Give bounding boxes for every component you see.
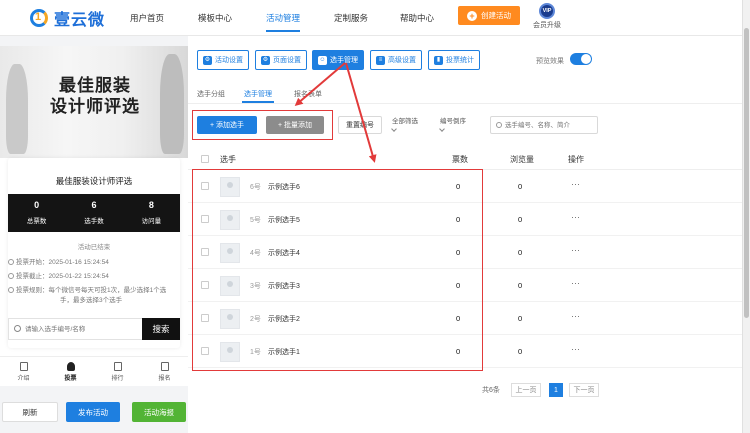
- search-icon: [496, 122, 502, 128]
- nav-item-templates[interactable]: 模板中心: [198, 12, 232, 24]
- banner-title: 最佳服装 设计师评选: [50, 76, 140, 117]
- activity-card: 最佳服装设计师评选 0 总票数 6 选手数 8 访问量 活动已结束 投票开始：2…: [8, 158, 180, 348]
- preview-search: 搜索: [8, 318, 180, 340]
- vote-statistics-button[interactable]: ▮ 投票统计: [428, 50, 480, 70]
- preview-search-input[interactable]: [25, 322, 135, 336]
- advanced-settings-button[interactable]: ≡ 高级设置: [370, 50, 422, 70]
- divider: [188, 103, 742, 104]
- chevron-down-icon: [439, 126, 445, 132]
- vote-rules-cont: 手，最多选择3个选手: [60, 297, 123, 304]
- vip-upgrade[interactable]: VIP 会员升级: [532, 3, 562, 30]
- vip-icon: VIP: [539, 3, 555, 19]
- chevron-down-icon: [391, 126, 397, 132]
- page-icon: ⚙: [261, 55, 270, 65]
- gear-icon: ⚙: [203, 55, 212, 65]
- nav-item-custom-service[interactable]: 定制服务: [334, 12, 368, 24]
- tab-intro[interactable]: 介绍: [0, 357, 47, 386]
- activity-settings-button[interactable]: ⚙ 活动设置: [197, 50, 249, 70]
- preview-tabbar: 介绍 投票 排行 报名: [0, 356, 188, 386]
- preview-effect-label: 预览效果: [536, 58, 564, 65]
- filter-dropdown[interactable]: 全部筛选: [391, 118, 418, 132]
- clock-icon: [8, 259, 14, 265]
- page-scrollbar[interactable]: [742, 0, 750, 433]
- voting-status: 活动已结束: [77, 244, 111, 251]
- annotation-box-buttons: [192, 110, 333, 140]
- col-ops: 操作: [568, 155, 584, 164]
- vote-end-time: 投票截止：2025-01-22 15:24:54: [8, 272, 109, 282]
- col-player: 选手: [220, 155, 236, 164]
- more-icon[interactable]: ···: [571, 212, 580, 222]
- toggle-knob: [581, 54, 591, 64]
- player-search-input[interactable]: [505, 119, 595, 131]
- search-icon: [14, 325, 21, 332]
- clock-icon: [8, 287, 14, 293]
- nav-item-activity-management[interactable]: 活动管理: [266, 12, 300, 24]
- next-page-button[interactable]: 下一页: [569, 383, 599, 397]
- mannequin-left: [6, 64, 28, 154]
- chart-icon: ▮: [434, 55, 443, 65]
- table-header: 选手 票数 浏览量 操作: [188, 148, 742, 170]
- user-icon: [66, 362, 75, 371]
- page-1-button[interactable]: 1: [549, 383, 563, 397]
- tab-vote[interactable]: 投票: [47, 357, 94, 386]
- scrollbar-thumb[interactable]: [744, 28, 749, 318]
- prev-page-button[interactable]: 上一页: [511, 383, 541, 397]
- vote-start-time: 投票开始：2025-01-16 15:24:54: [8, 258, 109, 268]
- refresh-button[interactable]: 刷新: [2, 402, 58, 422]
- publish-activity-button[interactable]: 发布活动: [66, 402, 120, 422]
- stat-visits: 8 访问量: [141, 200, 162, 225]
- more-icon[interactable]: ···: [571, 278, 580, 288]
- more-icon[interactable]: ···: [571, 344, 580, 354]
- signup-icon: [160, 362, 169, 371]
- stat-total-votes: 0 总票数: [26, 200, 47, 225]
- mobile-preview: 最佳服装 设计师评选 最佳服装设计师评选 0 总票数 6 选手数 8 访问量 活…: [0, 46, 188, 386]
- page-settings-button[interactable]: ⚙ 页面设置: [255, 50, 307, 70]
- brand-name: 壹云微: [54, 12, 106, 29]
- more-icon[interactable]: ···: [571, 179, 580, 189]
- stat-players: 6 选手数: [84, 200, 104, 225]
- activity-poster-button[interactable]: 活动海报: [132, 402, 186, 422]
- mannequin-right: [160, 54, 184, 154]
- ranking-icon: [113, 362, 122, 371]
- activity-banner: 最佳服装 设计师评选: [0, 46, 188, 158]
- nav-item-home[interactable]: 用户首页: [130, 12, 164, 24]
- stats-bar: 0 总票数 6 选手数 8 访问量: [8, 194, 180, 232]
- vote-rules: 投票规则：每个微信号每天可投1次，最少选择1个选: [8, 286, 166, 296]
- nav-item-help[interactable]: 帮助中心: [400, 12, 434, 24]
- management-panel: ⚙ 活动设置 ⚙ 页面设置 ☺ 选手管理 ≡ 高级设置 ▮ 投票统计 预览效果 选手分组 …: [188, 36, 742, 433]
- subtab-player-groups[interactable]: 选手分组: [197, 89, 225, 99]
- more-icon[interactable]: ···: [571, 311, 580, 321]
- more-icon[interactable]: ···: [571, 245, 580, 255]
- logo-icon: 1: [28, 7, 50, 29]
- col-views: 浏览量: [510, 155, 534, 164]
- activity-title: 最佳服装设计师评选: [55, 176, 133, 186]
- subtab-player-management[interactable]: 选手管理: [244, 89, 272, 99]
- select-all-checkbox[interactable]: [201, 155, 209, 163]
- pagination-total: 共6条: [482, 387, 500, 394]
- logo[interactable]: 1 壹云微: [28, 6, 105, 30]
- sort-dropdown[interactable]: 编号倒序: [439, 118, 466, 132]
- tab-ranking[interactable]: 排行: [94, 357, 141, 386]
- player-management-button[interactable]: ☺ 选手管理: [312, 50, 364, 70]
- nav-active-indicator: [266, 30, 300, 32]
- plus-icon: +: [467, 10, 477, 21]
- player-search: [490, 116, 598, 134]
- preview-search-button[interactable]: 搜索: [142, 318, 180, 340]
- sliders-icon: ≡: [376, 55, 385, 65]
- subtab-signup-form[interactable]: 报名表单: [294, 89, 322, 99]
- clock-icon: [8, 273, 14, 279]
- annotation-box-table: [192, 169, 483, 371]
- col-votes: 票数: [452, 155, 468, 164]
- tab-signup[interactable]: 报名: [141, 357, 188, 386]
- document-icon: [19, 362, 28, 371]
- reset-numbers-button[interactable]: 重置编号: [338, 116, 382, 134]
- create-activity-button[interactable]: + 创建活动: [458, 6, 520, 25]
- preview-effect-toggle[interactable]: [570, 53, 592, 65]
- user-icon: ☺: [318, 55, 327, 65]
- top-nav: 1 壹云微 用户首页 模板中心 活动管理 定制服务 帮助中心 + 创建活动 VI…: [0, 0, 742, 36]
